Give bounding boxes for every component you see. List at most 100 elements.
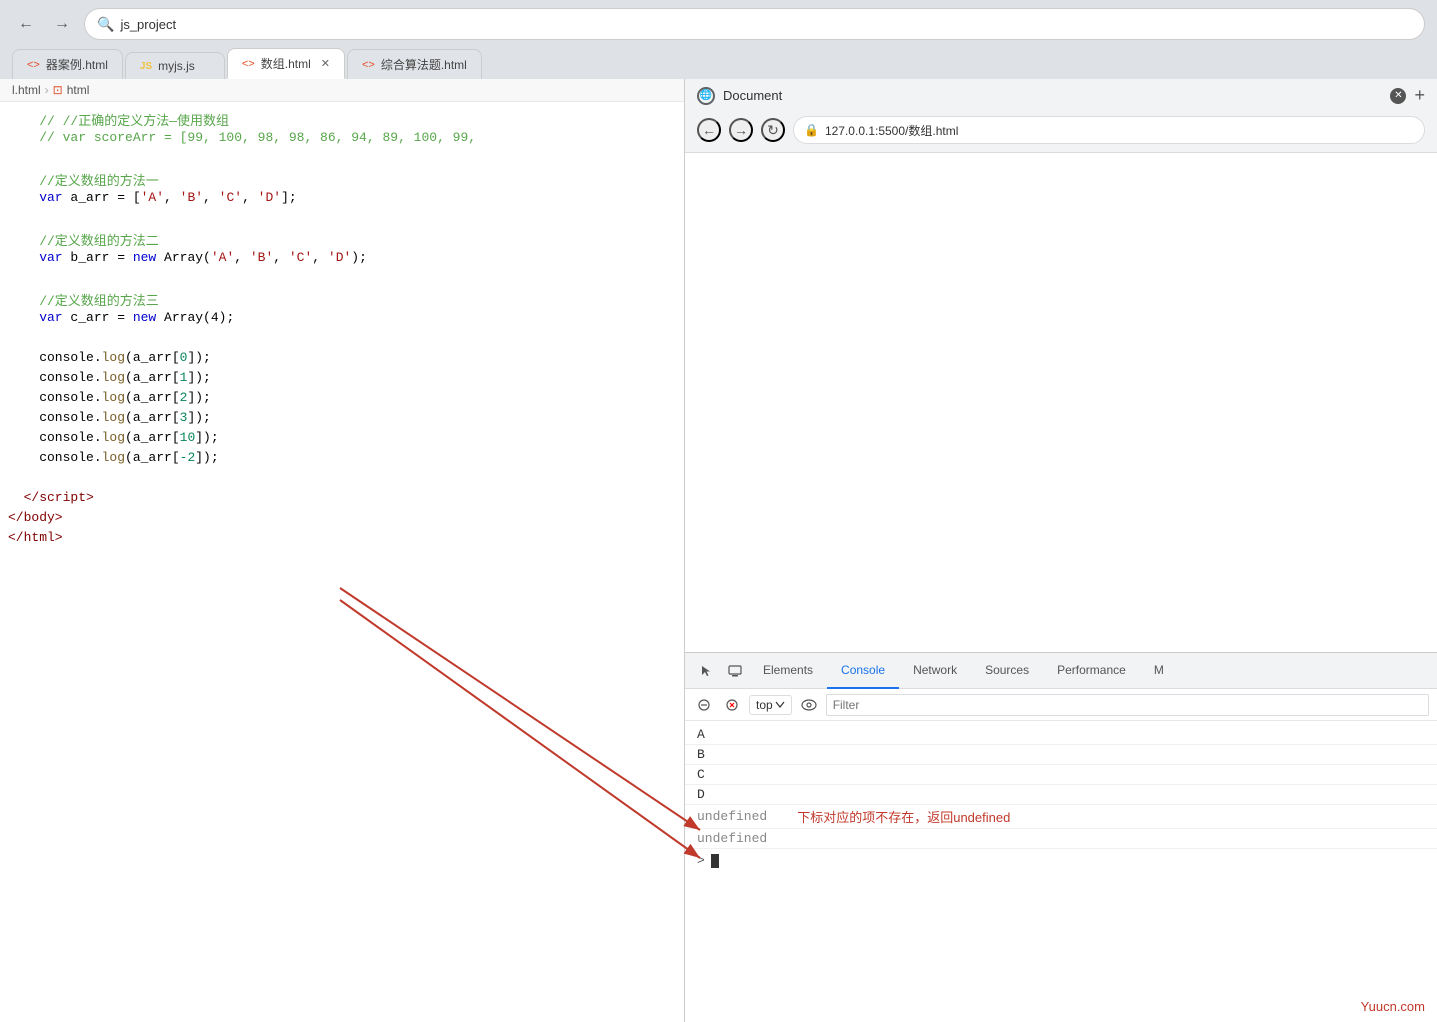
devtools-tab-console-label: Console bbox=[841, 663, 885, 677]
clear-console-button[interactable] bbox=[693, 694, 715, 716]
tab-array-html[interactable]: <> 数组.html ✕ bbox=[227, 48, 345, 79]
code-token: 1 bbox=[180, 370, 188, 390]
search-icon: 🔍 bbox=[97, 16, 114, 33]
code-line: console. log (a_arr[ 10 ]); bbox=[0, 430, 684, 450]
code-token: ]); bbox=[187, 370, 210, 390]
devtools-tab-elements[interactable]: Elements bbox=[749, 653, 827, 689]
html-tab-icon: <> bbox=[27, 59, 40, 71]
code-line: console. log (a_arr[ 3 ]); bbox=[0, 410, 684, 430]
code-token: log bbox=[102, 370, 125, 390]
address-bar-text: js_project bbox=[120, 17, 176, 32]
address-bar[interactable]: 🔍 js_project bbox=[84, 8, 1425, 40]
console-input-line: > bbox=[685, 849, 1437, 872]
code-token: -2 bbox=[180, 450, 196, 470]
devtools-tab-network[interactable]: Network bbox=[899, 653, 971, 689]
code-token: log bbox=[102, 430, 125, 450]
code-token: new bbox=[133, 310, 156, 330]
code-token: //定义数组的方法二 bbox=[8, 230, 159, 250]
js-tab-icon: JS bbox=[140, 61, 152, 72]
code-token: c_arr = bbox=[63, 310, 133, 330]
code-token: (a_arr[ bbox=[125, 350, 180, 370]
browser-preview: 🌐 Document ✕ + ← → ↻ 🔒 127.0.0.1:5500/数组… bbox=[685, 79, 1437, 1022]
globe-icon: 🌐 bbox=[697, 87, 715, 105]
new-tab-button[interactable]: + bbox=[1414, 85, 1425, 106]
code-line bbox=[0, 270, 684, 290]
console-output-line-D: D bbox=[685, 785, 1437, 805]
code-token: console. bbox=[8, 410, 102, 430]
devtools-tab-more[interactable]: M bbox=[1140, 653, 1178, 689]
code-token: log bbox=[102, 410, 125, 430]
code-token: 'D' bbox=[258, 190, 281, 210]
code-token: log bbox=[102, 350, 125, 370]
filter-input[interactable] bbox=[826, 694, 1429, 716]
console-value-C: C bbox=[697, 767, 705, 782]
devtools-tab-console[interactable]: Console bbox=[827, 653, 899, 689]
code-token: console. bbox=[8, 450, 102, 470]
tab-close-button[interactable]: ✕ bbox=[321, 57, 330, 70]
code-token: ]); bbox=[195, 430, 218, 450]
code-editor[interactable]: // //正确的定义方法—使用数组 // var scoreArr = [99,… bbox=[0, 102, 684, 1022]
devtools-device-icon[interactable] bbox=[721, 657, 749, 685]
preview-url-text: 127.0.0.1:5500/数组.html bbox=[825, 122, 958, 139]
code-token: 'D' bbox=[328, 250, 351, 270]
tab-myjs[interactable]: JS myjs.js bbox=[125, 52, 225, 79]
code-token: //定义数组的方法三 bbox=[8, 290, 159, 310]
editor-side: l.html › ⊡ html // //正确的定义方法—使用数组 // var… bbox=[0, 79, 685, 1022]
devtools-tab-network-label: Network bbox=[913, 663, 957, 677]
html-active-tab-icon: <> bbox=[242, 58, 255, 70]
preview-back-button[interactable]: ← bbox=[697, 118, 721, 142]
devtools-panel: Elements Console Network Sources Perform… bbox=[685, 652, 1437, 1022]
console-output: A B C D undefined 下标对应的项不存在，返回undefined bbox=[685, 721, 1437, 1022]
tab-cases-html[interactable]: <> 器案例.html bbox=[12, 49, 123, 79]
filter-icon-button[interactable] bbox=[721, 694, 743, 716]
console-output-undefined-1: undefined 下标对应的项不存在，返回undefined bbox=[685, 805, 1437, 829]
browser-toolbar: ← → 🔍 js_project bbox=[12, 8, 1425, 40]
code-token: 'B' bbox=[250, 250, 273, 270]
watermark: Yuucn.com bbox=[1361, 999, 1425, 1014]
main-split: l.html › ⊡ html // //正确的定义方法—使用数组 // var… bbox=[0, 79, 1437, 1022]
code-token: , bbox=[273, 250, 289, 270]
code-token: (a_arr[ bbox=[125, 430, 180, 450]
console-annotation: 下标对应的项不存在，返回undefined bbox=[797, 807, 1010, 826]
preview-chrome: 🌐 Document ✕ + ← → ↻ 🔒 127.0.0.1:5500/数组… bbox=[685, 79, 1437, 153]
code-line bbox=[0, 150, 684, 170]
code-token: , bbox=[203, 190, 219, 210]
code-token: ]); bbox=[187, 390, 210, 410]
forward-button[interactable]: → bbox=[48, 10, 76, 38]
preview-url-bar[interactable]: 🔒 127.0.0.1:5500/数组.html bbox=[793, 116, 1425, 144]
tab-myjs-label: myjs.js bbox=[158, 59, 195, 73]
devtools-tab-sources[interactable]: Sources bbox=[971, 653, 1043, 689]
devtools-tab-sources-label: Sources bbox=[985, 663, 1029, 677]
preview-refresh-button[interactable]: ↻ bbox=[761, 118, 785, 142]
code-token: (a_arr[ bbox=[125, 410, 180, 430]
code-line bbox=[0, 470, 684, 490]
tab-algo-label: 综合算法题.html bbox=[381, 56, 467, 73]
back-button[interactable]: ← bbox=[12, 10, 40, 38]
devtools-tab-performance[interactable]: Performance bbox=[1043, 653, 1140, 689]
devtools-tab-elements-label: Elements bbox=[763, 663, 813, 677]
devtools-toolbar: top bbox=[685, 689, 1437, 721]
console-output-line-A: A bbox=[685, 725, 1437, 745]
preview-close-button[interactable]: ✕ bbox=[1390, 88, 1406, 104]
code-token: 'C' bbox=[289, 250, 312, 270]
preview-forward-button[interactable]: → bbox=[729, 118, 753, 142]
code-token: console. bbox=[8, 390, 102, 410]
breadcrumb-html: html bbox=[67, 83, 90, 97]
code-token: (a_arr[ bbox=[125, 370, 180, 390]
devtools-cursor-icon[interactable] bbox=[693, 657, 721, 685]
code-token: log bbox=[102, 450, 125, 470]
console-output-line-B: B bbox=[685, 745, 1437, 765]
code-token: var bbox=[8, 190, 63, 210]
code-token: console. bbox=[8, 370, 102, 390]
preview-titlebar: 🌐 Document ✕ + bbox=[685, 79, 1437, 112]
code-token: 'A' bbox=[211, 250, 234, 270]
console-value-D: D bbox=[697, 787, 705, 802]
code-token: 10 bbox=[180, 430, 196, 450]
top-context-selector[interactable]: top bbox=[749, 695, 792, 715]
tab-algo-html[interactable]: <> 综合算法题.html bbox=[347, 49, 482, 79]
code-token: console. bbox=[8, 430, 102, 450]
code-token: 'A' bbox=[141, 190, 164, 210]
code-token: // var scoreArr = [99, 100, 98, 98, 86, … bbox=[8, 130, 476, 150]
eye-icon-button[interactable] bbox=[798, 694, 820, 716]
devtools-tab-more-label: M bbox=[1154, 663, 1164, 677]
